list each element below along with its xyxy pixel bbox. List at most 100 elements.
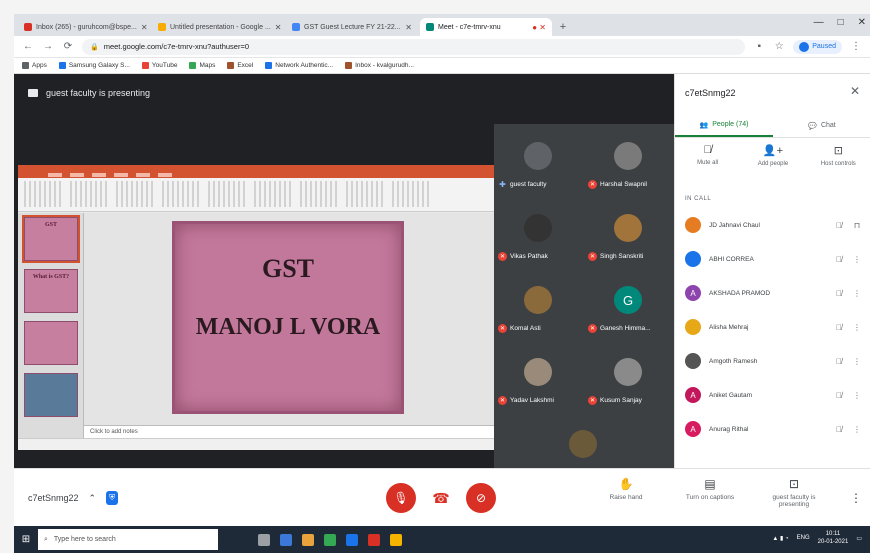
bookmark-item[interactable]: Excel [227, 62, 253, 69]
list-item[interactable]: A Aniket Gautam 🎙̸ ⋮ [675, 378, 870, 412]
language-indicator[interactable]: ENG [797, 535, 810, 541]
captions-button[interactable]: ▤ Turn on captions [678, 477, 742, 501]
forward-icon[interactable]: → [42, 41, 54, 52]
chrome-icon[interactable] [324, 533, 336, 546]
reload-icon[interactable]: ⟳ [62, 41, 74, 52]
profile-button[interactable]: Paused [793, 39, 842, 54]
participant-name-row: ✕ Yadav Lakshmi [498, 396, 554, 405]
list-item[interactable]: A Anurag Rithal 🎙̸ ⋮ [675, 412, 870, 446]
bookmark-item[interactable]: Maps [189, 62, 215, 69]
list-item[interactable]: ABHI CORREA 🎙̸ ⋮ [675, 242, 870, 276]
bookmark-item[interactable]: YouTube [141, 62, 177, 69]
list-item[interactable]: A AKSHADA PRAMOD 🎙̸ ⋮ [675, 276, 870, 310]
tray-icons[interactable]: ▲ ▮ ◔ [772, 535, 788, 542]
hangup-icon: ☎ [432, 489, 450, 506]
captions-icon: ▤ [704, 477, 716, 491]
raise-hand-button[interactable]: ✋ Raise hand [594, 477, 658, 501]
system-tray: ▲ ▮ ◔ ENG 10:11 20-01-2021 ▭ [772, 530, 862, 546]
list-item[interactable]: JD Jahnavi Chaul 🎙̸ ⊓ [675, 208, 870, 242]
maximize-icon[interactable]: □ [838, 17, 844, 28]
new-tab-button[interactable]: + [554, 18, 572, 36]
app-icon[interactable] [390, 533, 402, 546]
mic-off-icon[interactable]: 🎙̸ [833, 289, 845, 298]
slide-thumbnail: What is GST? [24, 269, 78, 313]
mic-off-icon: ✕ [588, 252, 597, 261]
mic-off-icon[interactable]: 🎙̸ [833, 255, 845, 264]
more-options-icon[interactable]: ⋮ [853, 289, 861, 298]
more-options-icon[interactable]: ⋮ [853, 357, 861, 366]
avatar [685, 353, 701, 369]
menu-icon[interactable]: ⋮ [850, 41, 862, 52]
more-options-icon[interactable]: ⋮ [853, 255, 861, 264]
tab-people[interactable]: 👥 People (74) [675, 114, 773, 137]
close-tab-icon[interactable]: ● ✕ [532, 23, 546, 32]
back-icon[interactable]: ← [22, 41, 34, 52]
browser-tab[interactable]: GST Guest Lecture FY 21-22... ✕ [286, 18, 418, 36]
camera-button[interactable]: ⊘ [466, 483, 496, 513]
participant-tile[interactable]: ✕ Harshal Swapnil [584, 130, 672, 200]
shield-icon[interactable]: ⛨ [106, 491, 119, 505]
clock[interactable]: 10:11 20-01-2021 [818, 530, 849, 546]
camera-icon[interactable]: ▪ [753, 41, 765, 52]
more-options-icon[interactable]: ⋮ [853, 391, 861, 400]
browser-tab[interactable]: Inbox (265) - guruhcom@bspe... ✕ [18, 18, 150, 36]
participant-tile[interactable]: ✚ guest faculty [494, 130, 582, 200]
bookmark-item[interactable]: Inbox - kvalgurudh... [345, 62, 414, 69]
minimize-icon[interactable]: — [814, 17, 824, 28]
url-input[interactable]: 🔒 meet.google.com/c7e-tmrv-xnu?authuser=… [82, 38, 746, 55]
mic-off-icon: ✕ [588, 324, 597, 333]
star-icon[interactable]: ☆ [773, 41, 785, 52]
bookmark-item[interactable]: Apps [22, 62, 47, 69]
participant-name-row: ✕ Vikas Pathak [498, 252, 548, 261]
slide-title: GST [261, 254, 315, 283]
more-options-icon[interactable]: ⋮ [853, 323, 861, 332]
pin-icon: ✚ [499, 180, 506, 189]
add-people-button[interactable]: 👤+ Add people [745, 144, 801, 188]
mic-off-icon[interactable]: 🎙̸ [833, 323, 845, 332]
bookmark-item[interactable]: Samsung Galaxy S... [58, 62, 130, 69]
mic-off-icon[interactable]: 🎙̸ [833, 391, 845, 400]
participant-tile[interactable]: ✕ Yadav Lakshmi [494, 346, 582, 416]
mic-off-icon[interactable]: 🎙̸ [833, 221, 845, 230]
close-tab-icon[interactable]: ✕ [141, 23, 148, 32]
microphone-button[interactable]: 🎙 [386, 483, 416, 513]
close-icon[interactable]: ✕ [850, 84, 860, 98]
mic-off-icon[interactable]: 🎙̸ [833, 357, 845, 366]
mic-off-icon[interactable]: 🎙̸ [833, 425, 845, 434]
more-options-icon[interactable]: ⋮ [850, 491, 862, 505]
pin-icon[interactable]: ⊓ [853, 221, 861, 230]
browser-tab[interactable]: Untitled presentation - Google ... ✕ [152, 18, 284, 36]
explorer-icon[interactable] [280, 533, 292, 546]
clock-date: 20-01-2021 [817, 539, 849, 545]
close-tab-icon[interactable]: ✕ [275, 23, 282, 32]
task-view-icon[interactable] [258, 533, 270, 546]
edge-icon[interactable] [346, 533, 358, 546]
close-window-icon[interactable]: ✕ [858, 17, 866, 28]
list-item[interactable]: Amgoth Ramesh 🎙̸ ⋮ [675, 344, 870, 378]
host-controls-button[interactable]: ⊡ Host controls [810, 144, 866, 188]
participant-tile[interactable]: ✕ Vikas Pathak [494, 202, 582, 272]
participant-tile[interactable]: G ✕ Ganesh Himma... [584, 274, 672, 344]
participant-tile[interactable]: ✕ Singh Sanskriti [584, 202, 672, 272]
avatar: A [685, 421, 701, 437]
participant-tile[interactable]: ✕ Kusum Sanjay [584, 346, 672, 416]
presenting-button[interactable]: ⊡ guest faculty is presenting [762, 477, 826, 508]
chevron-up-icon[interactable]: ⌃ [89, 493, 97, 504]
participant-tile[interactable]: ✕ Komal Asti [494, 274, 582, 344]
close-tab-icon[interactable]: ✕ [405, 23, 412, 32]
list-item[interactable]: Alisha Mehraj 🎙̸ ⋮ [675, 310, 870, 344]
app-icon[interactable] [368, 533, 380, 546]
notification-icon[interactable]: ▭ [856, 535, 862, 542]
bookmark-item[interactable]: Network Authentic... [265, 62, 333, 69]
more-options-icon[interactable]: ⋮ [853, 425, 861, 434]
present-icon [28, 89, 38, 97]
participant-tiles: ✚ guest faculty ✕ Harshal Swapnil ✕ Vikas Pat… [494, 124, 674, 477]
meeting-details[interactable]: c7etSnmg22 ⌃ ⛨ [28, 491, 119, 505]
tab-chat[interactable]: 💬 Chat [773, 114, 870, 137]
folder-icon[interactable] [302, 533, 314, 546]
mute-all-button[interactable]: 🎙̸ Mute all [680, 144, 736, 188]
leave-call-button[interactable]: ☎ [426, 483, 456, 513]
browser-tab-active[interactable]: Meet - c7e-tmrv-xnu ● ✕ [420, 18, 552, 36]
windows-start-icon[interactable]: ⊞ [14, 526, 38, 553]
taskbar-search[interactable]: ⌕ Type here to search [38, 529, 218, 550]
